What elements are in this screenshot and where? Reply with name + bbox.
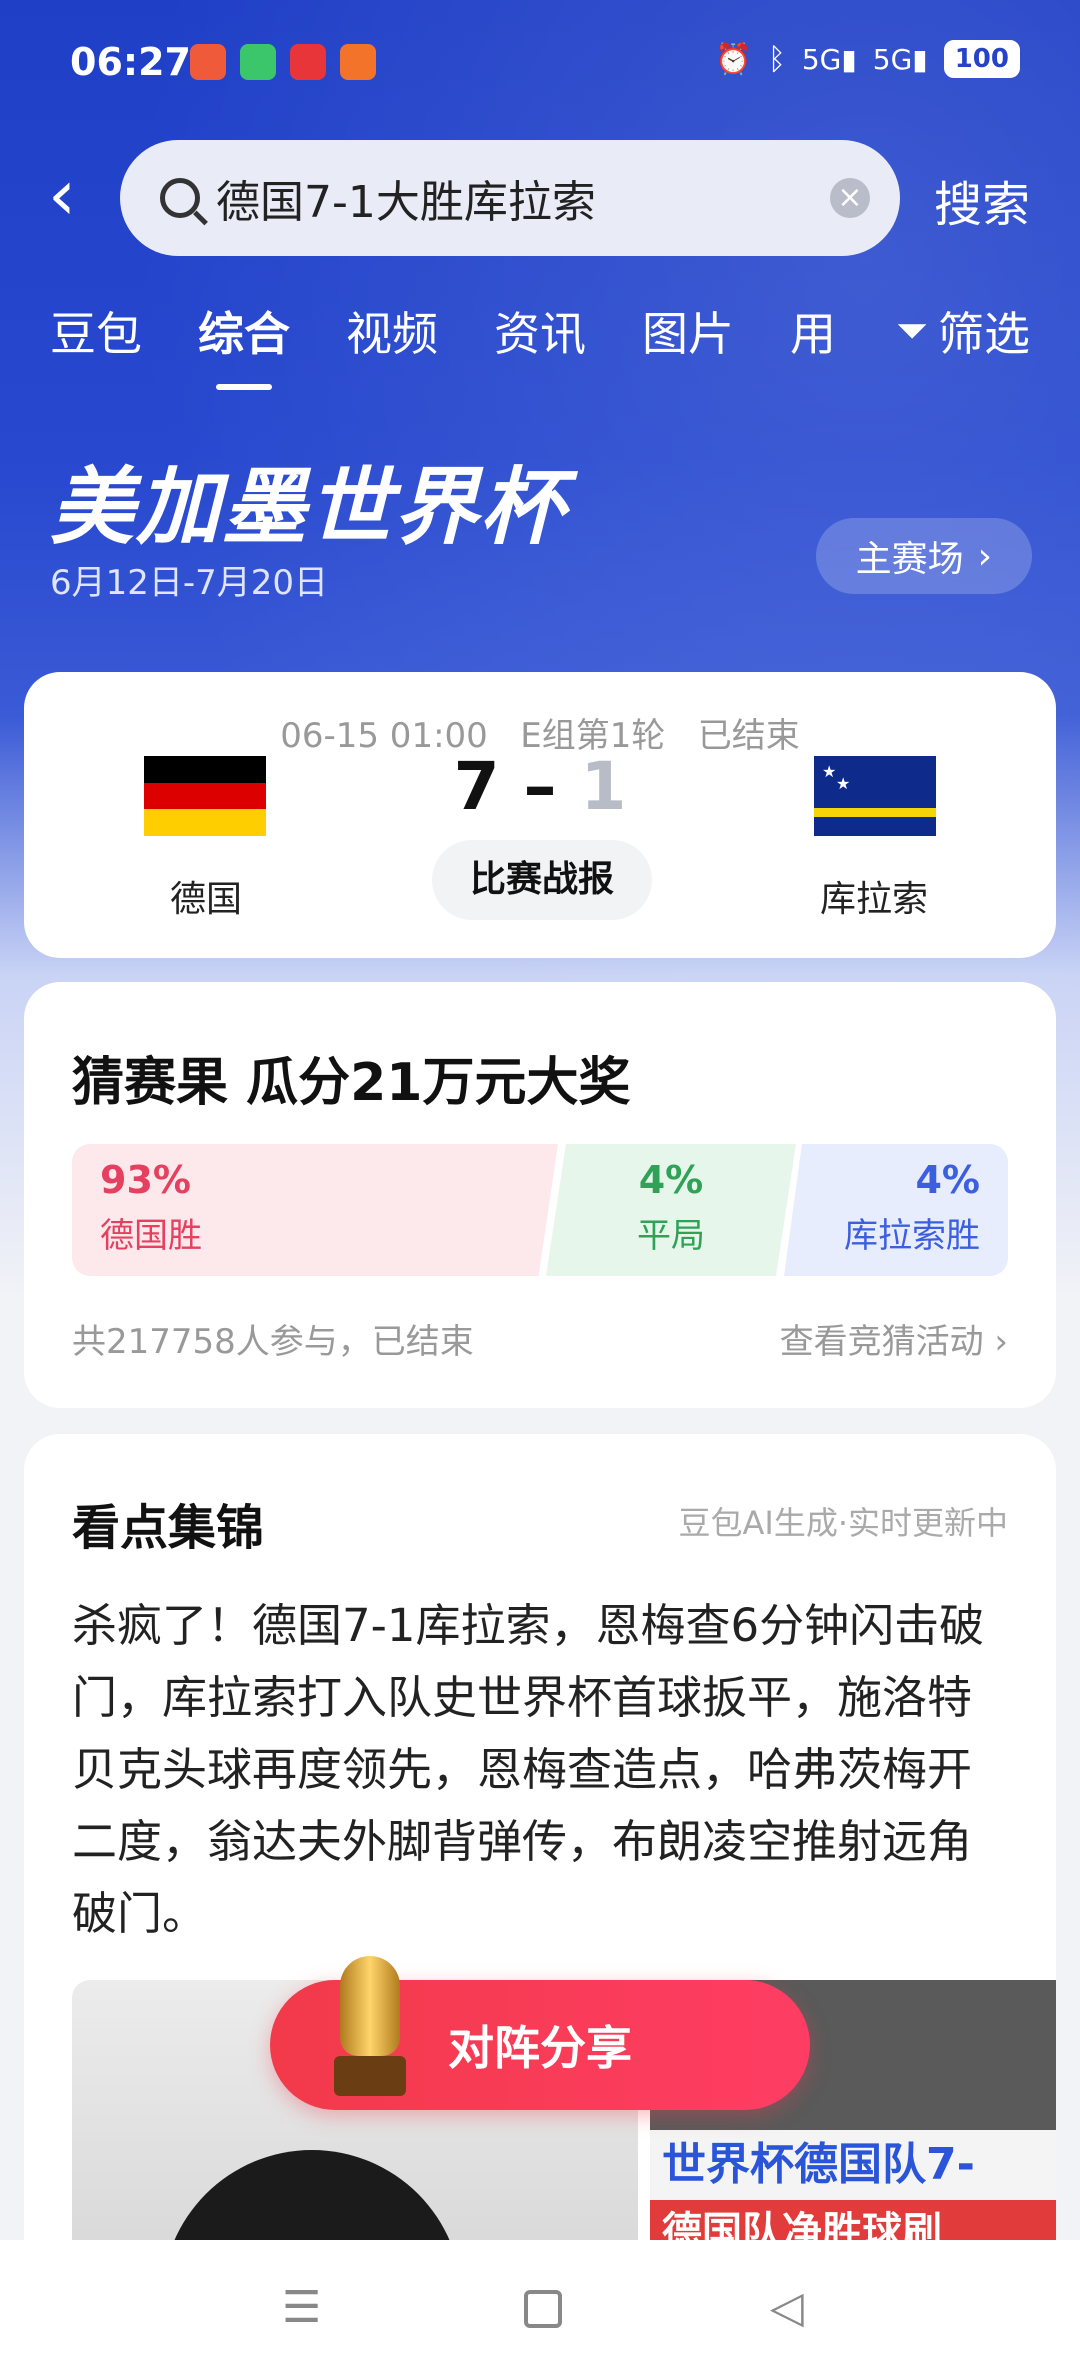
tab-news[interactable]: 资讯 [494,298,586,364]
filter-button[interactable]: ⏷ 筛选 [896,298,1030,364]
participants-count: 共217758人参与，已结束 [72,1322,474,1362]
search-button[interactable]: 搜索 [934,165,1030,235]
signal-icon-2: 5G▮ [872,42,928,76]
sport-app-notification-icon [340,44,376,80]
share-matchup-label: 对阵分享 [448,2021,632,2075]
curacao-flag-icon: ★ ★ [814,756,936,836]
highlights-text: 杀疯了！德国7-1库拉索，恩梅查6分钟闪击破门，库拉索打入队史世界杯首球扳平，施… [72,1599,985,1940]
system-icons: ⏰ ᛒ 5G▮ 5G▮ 100 [714,40,1020,78]
notification-icons [190,44,376,80]
highlights-title: 看点集锦 [72,1500,265,1556]
tab-video[interactable]: 视频 [346,298,438,364]
away-score: 1 [580,748,627,825]
prediction-footer: 共217758人参与，已结束 查看竞猜活动 › [72,1314,1008,1363]
search-input[interactable]: 德国7-1大胜库拉索 × [120,140,900,256]
tab-all[interactable]: 综合 [198,298,290,364]
event-dates: 6月12日-7月20日 [50,563,329,603]
main-venue-button[interactable]: 主赛场 › [815,518,1032,594]
main-venue-label: 主赛场 [855,539,964,580]
highlights-card: 看点集锦 豆包AI生成·实时更新中 杀疯了！德国7-1库拉索，恩梅查6分钟闪击破… [24,1434,1056,2376]
option-home-win[interactable]: 93% 德国胜 [72,1144,558,1276]
home-win-label: 德国胜 [100,1216,202,1256]
highlights-subtitle: 豆包AI生成·实时更新中 [678,1504,1008,1542]
back-icon[interactable]: ◁ [770,2282,804,2333]
away-team-name[interactable]: 库拉索 [820,870,928,922]
view-prediction-link[interactable]: 查看竞猜活动 › [780,1314,1008,1363]
menu-icon[interactable]: ☰ [282,2282,321,2333]
away-win-label: 库拉索胜 [844,1216,980,1256]
filter-label: 筛选 [938,307,1030,361]
signal-icon: 5G▮ [801,42,857,76]
video-app-notification-icon [240,44,276,80]
tab-doubao[interactable]: 豆包 [50,298,142,364]
tab-bar: 豆包 综合 视频 资讯 图片 用 [50,298,836,364]
prediction-card: 猜赛果 瓜分21万元大奖 93% 德国胜 4% 平局 4% 库拉索胜 共2177… [24,982,1056,1408]
bluetooth-icon: ᛒ [767,41,786,77]
option-draw[interactable]: 4% 平局 [546,1144,796,1276]
home-team-name[interactable]: 德国 [170,870,242,922]
tab-images[interactable]: 图片 [642,298,734,364]
alarm-icon: ⏰ [714,41,752,77]
home-icon[interactable] [524,2290,562,2328]
draw-percent: 4% [638,1158,704,1202]
draw-label: 平局 [637,1216,705,1256]
home-score: 7 [453,748,500,825]
trophy-icon [330,1956,410,2106]
clear-icon[interactable]: × [830,178,870,218]
event-title: 美加墨世界杯 [50,458,567,556]
news-app-notification-icon [290,44,326,80]
status-time: 06:27 [70,40,191,84]
search-query[interactable]: 德国7-1大胜库拉索 [216,166,596,230]
system-nav-bar: ☰ ◁ [0,2240,1080,2376]
home-win-percent: 93% [100,1158,191,1202]
option-away-win[interactable]: 4% 库拉索胜 [784,1144,1008,1276]
thumbnail-caption: 世界杯德国队7- [650,2130,1056,2200]
match-report-button[interactable]: 比赛战报 [432,840,652,920]
status-bar: 06:27 ⏰ ᛒ 5G▮ 5G▮ 100 [0,0,1080,130]
back-arrow-icon[interactable]: ‹ [48,160,76,230]
chevron-right-icon: › [977,535,992,577]
search-icon [160,178,200,218]
tab-users[interactable]: 用 [790,298,836,364]
app-notification-icon [190,44,226,80]
filter-icon: ⏷ [896,308,928,354]
prediction-title: 猜赛果 瓜分21万元大奖 [72,1053,631,1113]
battery-icon: 100 [943,40,1020,78]
away-win-percent: 4% [915,1158,980,1202]
prediction-options: 93% 德国胜 4% 平局 4% 库拉索胜 [72,1144,1008,1276]
chevron-right-icon: › [994,1322,1008,1362]
match-card[interactable]: 06-15 01:00 E组第1轮 已结束 德国 7–1 比赛战报 ★ ★ 库拉… [24,672,1056,958]
